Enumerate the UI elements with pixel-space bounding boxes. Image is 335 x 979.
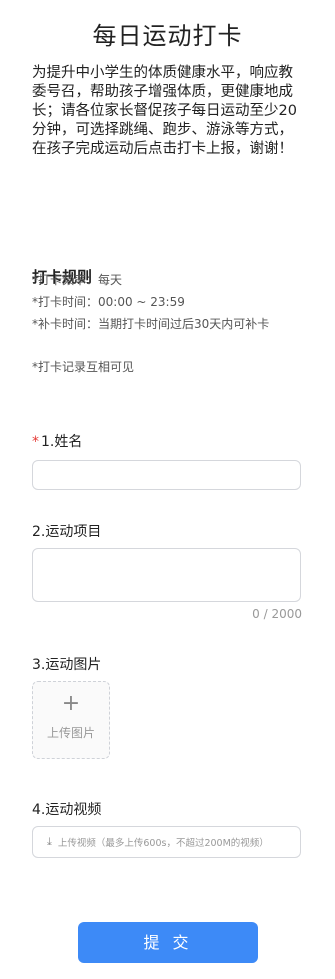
name-field-label-text: 1.姓名 — [41, 434, 83, 450]
plus-icon: + — [61, 691, 81, 716]
submit-button[interactable]: 提 交 — [78, 922, 258, 963]
video-field-label: 4.运动视频 — [32, 802, 102, 818]
image-upload-label: 上传图片 — [46, 726, 95, 740]
video-upload-button[interactable]: ⤓ 上传视频（最多上传600s，不超过200M的视频） — [32, 826, 301, 858]
exercise-field-label: 2.运动项目 — [32, 524, 102, 540]
video-upload-label: 上传视频（最多上传600s，不超过200M的视频） — [57, 838, 269, 849]
char-count: 0 / 2000 — [252, 607, 302, 621]
name-field-label: * 1.姓名 — [32, 431, 82, 451]
image-upload-button[interactable]: + 上传图片 — [32, 681, 110, 759]
rule-item-time: *打卡时间：00:00 ~ 23:59 — [32, 295, 185, 309]
rule-item-frequency: *打卡频率：每天 — [32, 273, 123, 287]
page-title: 每日运动打卡 — [92, 22, 243, 50]
image-field-label: 3.运动图片 — [32, 657, 102, 673]
rule-item-visibility: *打卡记录互相可见 — [32, 360, 135, 374]
name-input[interactable] — [32, 460, 301, 490]
exercise-textarea[interactable] — [32, 548, 301, 602]
required-mark: * — [32, 434, 39, 450]
intro-text: 为提升中小学生的体质健康水平，响应教委号召，帮助孩子增强体质，更健康地成长；请各… — [32, 65, 297, 157]
upload-icon: ⤓ — [47, 835, 52, 848]
rule-item-makeup: *补卡时间：当期打卡时间过后30天内可补卡 — [32, 317, 270, 331]
